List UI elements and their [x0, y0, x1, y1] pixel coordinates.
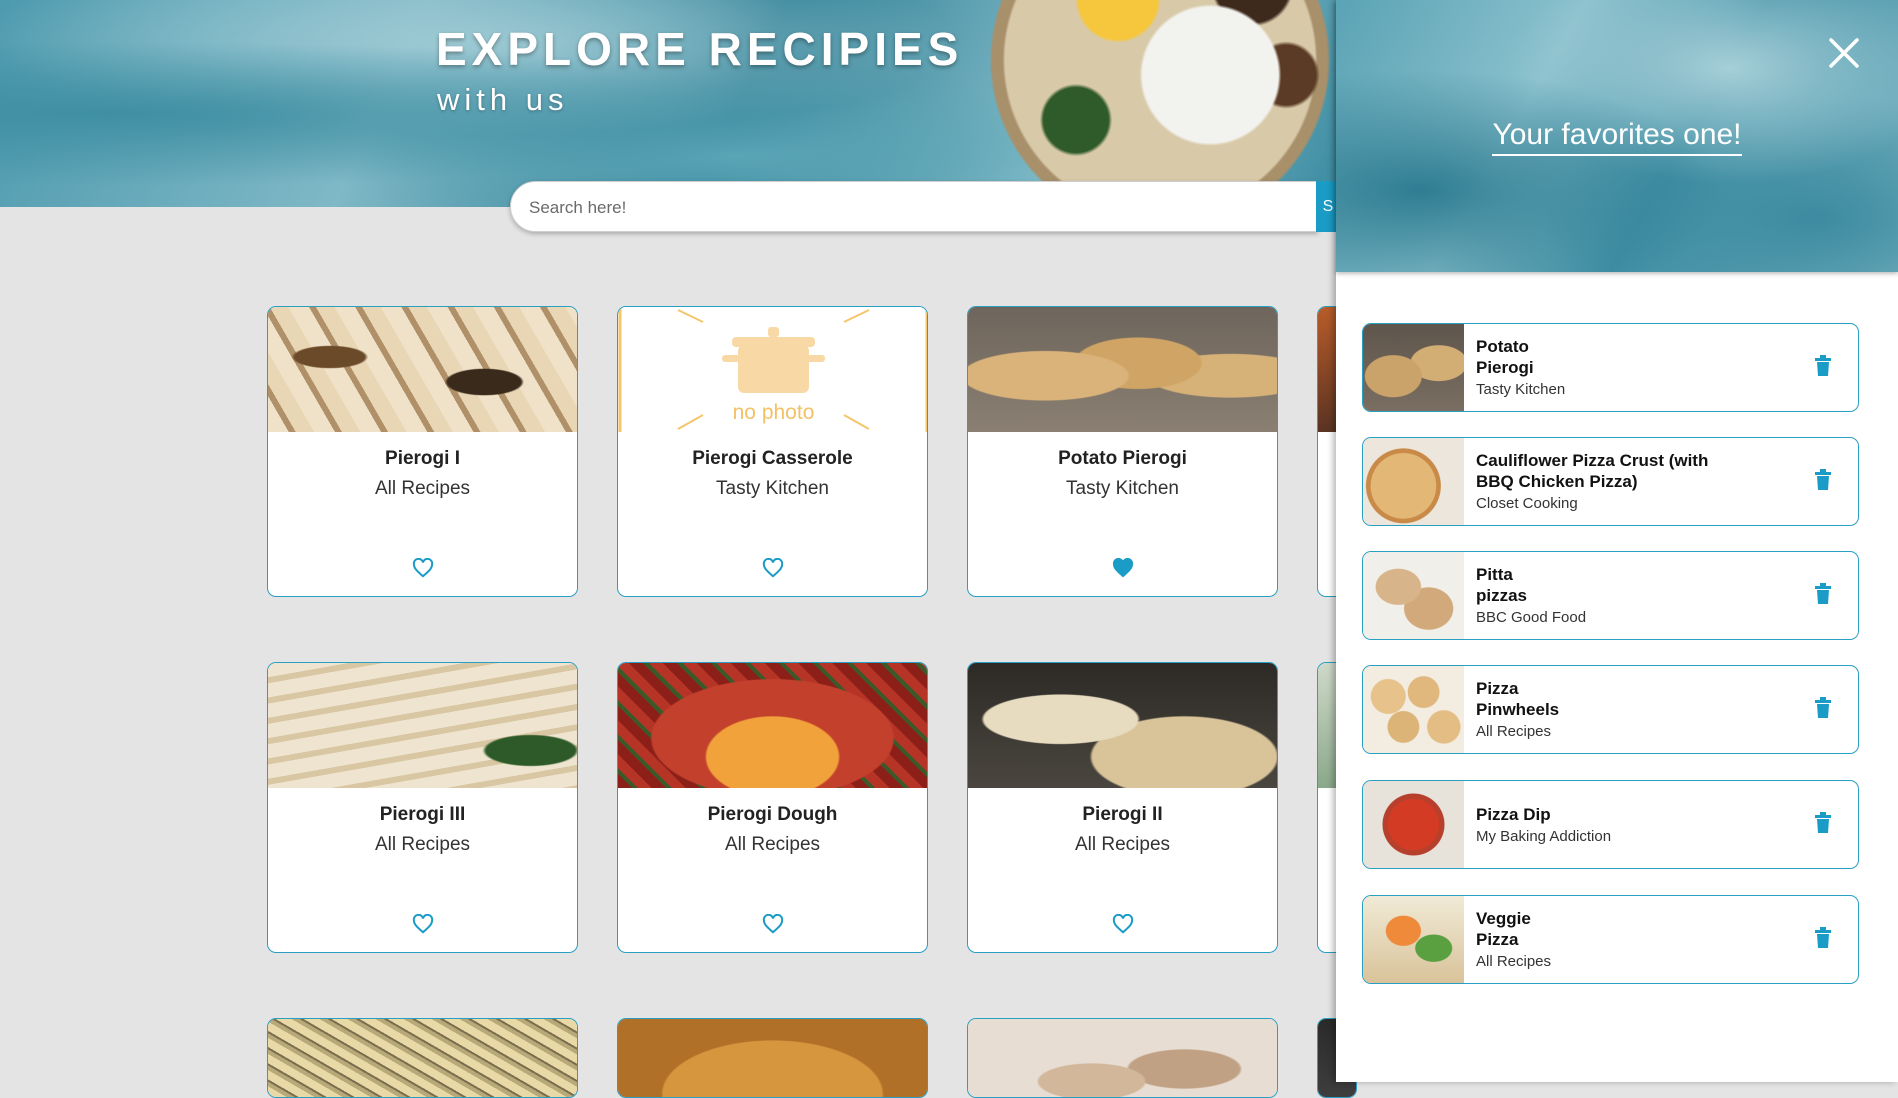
recipe-source: Tasty Kitchen — [1066, 478, 1179, 499]
trash-icon[interactable] — [1814, 355, 1832, 377]
favorites-title: Your favorites one! — [1336, 118, 1898, 156]
favorite-source: Closet Cooking — [1476, 495, 1578, 512]
heart-filled-icon[interactable] — [1112, 558, 1134, 578]
recipe-title: Pierogi Dough — [707, 804, 838, 825]
recipe-source: All Recipes — [724, 834, 821, 855]
recipe-image — [968, 307, 1277, 432]
search-input[interactable] — [527, 182, 1301, 233]
hero-subtitle: with us — [437, 82, 569, 117]
recipe-card[interactable]: Pierogi Dough All Recipes — [617, 662, 928, 953]
heart-outline-icon[interactable] — [1112, 914, 1134, 934]
favorite-source: All Recipes — [1476, 723, 1552, 740]
recipe-source: Tasty Kitchen — [716, 478, 829, 499]
recipe-title: Pierogi III — [379, 804, 466, 825]
favorite-title: Pizza Dip — [1476, 805, 1551, 824]
recipe-card[interactable]: Pierogi I All Recipes — [267, 306, 578, 597]
recipe-card[interactable]: Pierogi II All Recipes — [967, 662, 1278, 953]
recipe-source: All Recipes — [374, 478, 471, 499]
favorite-title: Veggie Pizza — [1476, 909, 1531, 949]
favorite-item[interactable]: Pizza Dip My Baking Addiction — [1362, 780, 1859, 869]
recipe-card[interactable]: Pierogi III All Recipes — [267, 662, 578, 953]
favorites-header: Your favorites one! — [1336, 0, 1898, 272]
recipe-source: All Recipes — [374, 834, 471, 855]
recipe-image — [618, 663, 927, 788]
no-photo-label: no photo — [732, 401, 815, 424]
recipe-image — [968, 1019, 1277, 1097]
favorite-item[interactable]: Veggie Pizza All Recipes — [1362, 895, 1859, 984]
favorite-source: Tasty Kitchen — [1476, 381, 1566, 398]
heart-outline-icon[interactable] — [762, 558, 784, 578]
hero-food-image — [950, 0, 1338, 207]
recipe-source: All Recipes — [1074, 834, 1171, 855]
favorite-image — [1363, 781, 1464, 868]
recipe-title: Pierogi II — [1082, 804, 1163, 825]
recipe-title: Potato Pierogi — [1058, 448, 1187, 469]
recipe-card[interactable]: Potato Pierogi Tasty Kitchen — [967, 306, 1278, 597]
trash-icon[interactable] — [1814, 469, 1832, 491]
favorite-image — [1363, 324, 1464, 411]
favorite-title: Cauliflower Pizza Crust (with BBQ Chicke… — [1476, 451, 1709, 491]
favorite-item[interactable]: Pitta pizzas BBC Good Food — [1362, 551, 1859, 640]
recipe-image — [618, 1019, 927, 1097]
recipe-image — [268, 663, 577, 788]
trash-icon[interactable] — [1814, 697, 1832, 719]
favorite-image — [1363, 666, 1464, 753]
trash-icon[interactable] — [1814, 812, 1832, 834]
favorite-title: Pizza Pinwheels — [1476, 679, 1560, 719]
recipe-card[interactable] — [617, 1018, 928, 1098]
favorite-title: Potato Pierogi — [1476, 337, 1534, 377]
favorites-title-text: Your favorites one! — [1492, 118, 1742, 156]
favorite-source: My Baking Addiction — [1476, 828, 1612, 845]
favorite-item[interactable]: Pizza Pinwheels All Recipes — [1362, 665, 1859, 754]
recipe-card[interactable]: no photo Pierogi Casserole Tasty Kitchen — [617, 306, 928, 597]
favorite-title: Pitta pizzas — [1476, 565, 1528, 605]
close-icon[interactable] — [1826, 35, 1862, 71]
recipe-title: Pierogi I — [385, 448, 460, 469]
favorite-image — [1363, 552, 1464, 639]
favorite-item[interactable]: Cauliflower Pizza Crust (with BBQ Chicke… — [1362, 437, 1859, 526]
hero-title: EXPLORE RECIPIES — [436, 23, 964, 75]
heart-outline-icon[interactable] — [412, 914, 434, 934]
recipe-image — [268, 307, 577, 432]
favorite-item[interactable]: Potato Pierogi Tasty Kitchen — [1362, 323, 1859, 412]
heart-outline-icon[interactable] — [412, 558, 434, 578]
heart-outline-icon[interactable] — [762, 914, 784, 934]
favorite-image — [1363, 438, 1464, 525]
recipe-image — [968, 663, 1277, 788]
recipe-card[interactable] — [967, 1018, 1278, 1098]
favorite-source: BBC Good Food — [1476, 609, 1587, 626]
favorite-source: All Recipes — [1476, 953, 1552, 970]
hero-banner: EXPLORE RECIPIES with us — [0, 0, 1338, 207]
trash-icon[interactable] — [1814, 927, 1832, 949]
trash-icon[interactable] — [1814, 583, 1832, 605]
recipe-card[interactable] — [267, 1018, 578, 1098]
search-bar — [510, 181, 1318, 233]
recipe-title: Pierogi Casserole — [692, 448, 853, 469]
favorite-image — [1363, 896, 1464, 983]
favorites-panel: Your favorites one! Potato Pierogi Tasty… — [1336, 0, 1898, 1082]
no-photo-placeholder: no photo — [618, 307, 927, 432]
recipe-image — [268, 1019, 577, 1097]
